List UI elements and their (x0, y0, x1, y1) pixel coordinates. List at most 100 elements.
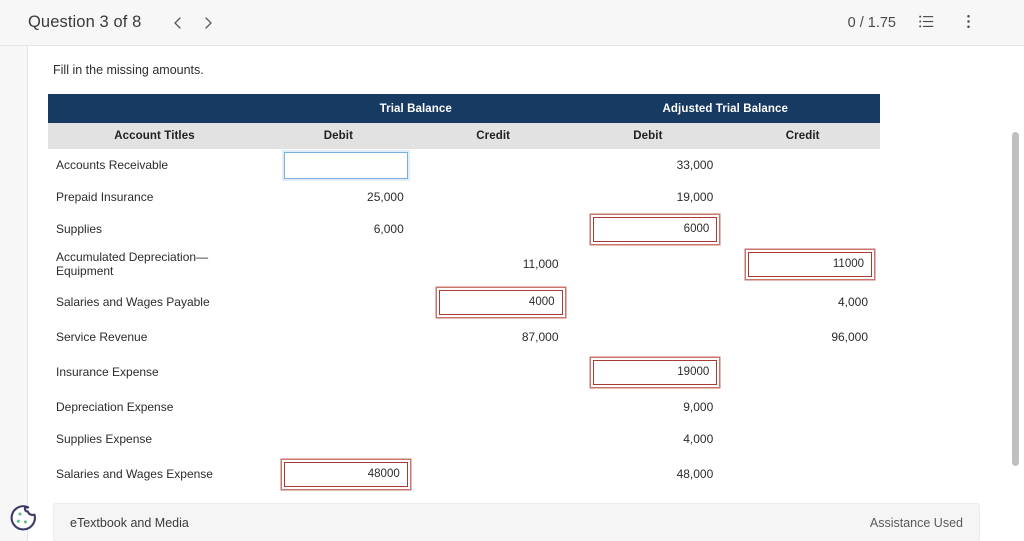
account-title-cell: Salaries and Wages Payable (56, 295, 210, 309)
table-row: Prepaid Insurance 25,000 19,000 (48, 181, 880, 213)
amount-value-cell: 19,000 (676, 190, 714, 204)
amount-value-cell: 6,000 (373, 222, 404, 236)
amount-empty-cell (416, 213, 571, 245)
amount-empty-cell (416, 391, 571, 423)
table-row: Salaries and Wages Expense 48,000 (48, 455, 880, 493)
question-page: Question 3 of 8 0 / 1.75 Fill in the mis… (0, 0, 1024, 541)
amount-empty-cell (571, 321, 726, 353)
page-title: Question 3 of 8 (28, 13, 142, 31)
amount-empty-cell (261, 283, 416, 321)
column-header-tb-credit: Credit (415, 123, 571, 149)
amount-value-cell: 48,000 (676, 467, 714, 481)
amount-input-cell (416, 283, 571, 321)
amount-empty-cell (261, 245, 416, 283)
amount-value-cell: 33,000 (676, 158, 714, 172)
account-title-cell: Depreciation Expense (56, 400, 174, 414)
amount-input-atb-credit[interactable] (748, 251, 873, 277)
group-header-adjusted-trial-balance: Adjusted Trial Balance (570, 94, 881, 123)
amount-input-atb-debit[interactable] (593, 216, 718, 242)
column-header-tb-debit: Debit (261, 123, 416, 149)
worksheet-body: Accounts Receivable 33,000 Prepaid Insuran… (48, 149, 880, 493)
amount-input-cell (725, 245, 880, 283)
account-title-cell: Service Revenue (56, 330, 148, 344)
amount-empty-cell (416, 455, 571, 493)
amount-input-tb-debit[interactable] (283, 151, 408, 179)
amount-empty-cell (725, 423, 880, 455)
cookie-icon (8, 505, 39, 538)
next-question-button[interactable] (193, 8, 223, 38)
column-header-account-titles: Account Titles (48, 123, 261, 149)
left-rail (0, 46, 28, 541)
account-title-cell: Prepaid Insurance (56, 190, 154, 204)
more-options-button[interactable] (956, 11, 980, 35)
table-row: Supplies Expense 4,000 (48, 423, 880, 455)
amount-empty-cell (725, 391, 880, 423)
account-title-cell: Supplies Expense (56, 432, 153, 446)
worksheet-table: Trial Balance Adjusted Trial Balance Acc… (48, 94, 881, 493)
amount-input-cell (261, 455, 416, 493)
account-title-cell: Salaries and Wages Expense (56, 467, 213, 481)
amount-value-cell: 9,000 (683, 400, 714, 414)
question-list-button[interactable] (914, 11, 938, 35)
amount-empty-cell (571, 283, 726, 321)
amount-value-cell: 11,000 (522, 257, 559, 271)
group-header-trial-balance: Trial Balance (261, 94, 571, 123)
amount-input-cell (261, 149, 416, 181)
amount-empty-cell (261, 391, 416, 423)
scrollbar-thumb[interactable] (1012, 132, 1019, 466)
table-row: Accounts Receivable 33,000 (48, 149, 880, 181)
amount-empty-cell (725, 213, 880, 245)
table-row: Depreciation Expense 9,000 (48, 391, 880, 423)
table-row: Supplies 6,000 (48, 213, 880, 245)
table-row: Service Revenue 87,000 96,000 (48, 321, 880, 353)
amount-empty-cell (416, 181, 571, 213)
table-row: Salaries and Wages Payable 4,000 (48, 283, 880, 321)
question-content: Fill in the missing amounts. Trial Balan… (28, 46, 1024, 541)
amount-value-cell: 96,000 (831, 330, 869, 344)
amount-input-cell (571, 353, 726, 391)
etextbook-and-media-link[interactable]: eTextbook and Media (70, 516, 189, 530)
kebab-menu-icon (960, 13, 977, 33)
amount-empty-cell (725, 149, 880, 181)
amount-value-cell: 4,000 (683, 432, 714, 446)
prev-question-button[interactable] (163, 8, 193, 38)
account-title-cell: Supplies (56, 222, 103, 236)
topbar-right-group: 0 / 1.75 (848, 11, 980, 35)
assistance-used-label: Assistance Used (869, 515, 963, 530)
amount-input-tb-credit[interactable] (438, 289, 563, 315)
column-header-row: Account Titles Debit Credit Debit Credit (48, 123, 881, 149)
scrollbar-track[interactable] (1011, 46, 1022, 541)
amount-empty-cell (261, 353, 416, 391)
amount-empty-cell (416, 353, 571, 391)
amount-empty-cell (416, 149, 571, 181)
chevron-right-icon (201, 16, 215, 30)
table-row: Insurance Expense (48, 353, 880, 391)
group-header-row: Trial Balance Adjusted Trial Balance (48, 94, 881, 123)
resources-footer: eTextbook and Media Assistance Used (53, 503, 980, 541)
amount-input-tb-debit[interactable] (283, 461, 408, 487)
top-bar: Question 3 of 8 0 / 1.75 (0, 0, 1024, 46)
column-header-atb-credit: Credit (725, 123, 881, 149)
amount-empty-cell (571, 245, 726, 283)
amount-empty-cell (261, 321, 416, 353)
amount-empty-cell (725, 353, 880, 391)
worksheet-header: Trial Balance Adjusted Trial Balance Acc… (48, 94, 881, 149)
account-title-cell: Accumulated Depreciation—Equipment (56, 250, 209, 278)
amount-value-cell: 25,000 (367, 190, 404, 204)
question-nav (163, 8, 223, 38)
score-display: 0 / 1.75 (847, 14, 896, 31)
amount-empty-cell (725, 455, 880, 493)
column-header-atb-debit: Debit (570, 123, 726, 149)
group-header-blank (48, 94, 261, 123)
amount-empty-cell (261, 423, 416, 455)
amount-input-cell (571, 213, 726, 245)
amount-empty-cell (725, 181, 880, 213)
amount-empty-cell (416, 423, 571, 455)
amount-input-atb-debit[interactable] (593, 359, 718, 385)
list-icon (918, 13, 935, 33)
account-title-cell: Accounts Receivable (56, 158, 169, 172)
chevron-left-icon (171, 16, 185, 30)
table-row: Accumulated Depreciation—Equipment 11,000 (48, 245, 880, 283)
cookie-preferences-button[interactable] (8, 503, 39, 534)
amount-value-cell: 87,000 (521, 330, 559, 344)
